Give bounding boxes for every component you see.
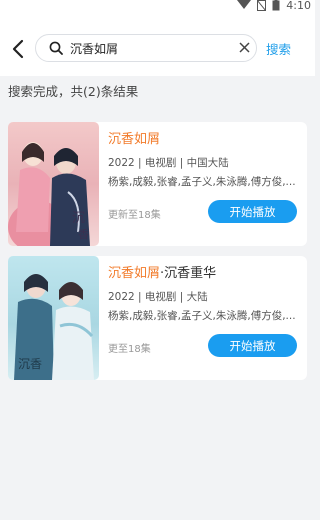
result-summary: 搜索完成，共(2)条结果 bbox=[8, 84, 139, 99]
search-button[interactable]: 搜索 bbox=[266, 39, 291, 58]
status-icons: 4:10 bbox=[237, 0, 311, 12]
poster-title-art: 沉 bbox=[72, 211, 85, 226]
battery-icon bbox=[272, 0, 280, 11]
play-button[interactable]: 开始播放 bbox=[208, 200, 297, 223]
status-time: 4:10 bbox=[286, 0, 311, 12]
clear-icon[interactable] bbox=[239, 42, 250, 53]
search-box[interactable] bbox=[35, 34, 257, 62]
back-button[interactable] bbox=[6, 36, 30, 62]
status-bar: 4:10 bbox=[0, 0, 315, 12]
poster-image[interactable]: 沉香 bbox=[8, 256, 99, 380]
back-arrow-icon bbox=[12, 39, 24, 59]
svg-text:香: 香 bbox=[78, 228, 89, 241]
result-title[interactable]: 沉香如屑·沉香重华 bbox=[108, 262, 216, 281]
search-header: 搜索 bbox=[0, 12, 315, 76]
result-card[interactable]: 沉香 沉香如屑·沉香重华 2022 | 电视剧 | 大陆 杨紫,成毅,张睿,孟子… bbox=[8, 256, 307, 380]
poster-image[interactable]: 沉 香 bbox=[8, 122, 99, 246]
result-meta: 2022 | 电视剧 | 大陆 bbox=[108, 291, 208, 303]
search-input[interactable] bbox=[70, 37, 230, 59]
search-icon bbox=[49, 41, 63, 55]
result-title[interactable]: 沉香如屑 bbox=[108, 128, 160, 147]
title-main: 沉香如屑 bbox=[108, 132, 161, 147]
result-cast: 杨紫,成毅,张睿,孟子义,朱泳腾,傅方俊,... bbox=[108, 310, 296, 322]
no-sim-icon bbox=[257, 0, 267, 11]
result-card[interactable]: 沉 香 沉香如屑 2022 | 电视剧 | 中国大陆 杨紫,成毅,张睿,孟子义,… bbox=[8, 122, 307, 246]
result-meta: 2022 | 电视剧 | 中国大陆 bbox=[108, 157, 229, 169]
signal-icon bbox=[237, 0, 252, 9]
title-suffix: ·沉香重华 bbox=[160, 266, 217, 281]
result-cast: 杨紫,成毅,张睿,孟子义,朱泳腾,傅方俊,... bbox=[108, 176, 296, 188]
episode-status: 更新至18集 bbox=[108, 210, 161, 221]
title-main: 沉香如屑 bbox=[108, 266, 161, 281]
poster-title-art: 沉香 bbox=[18, 357, 42, 371]
episode-status: 更至18集 bbox=[108, 344, 151, 355]
play-button[interactable]: 开始播放 bbox=[208, 334, 297, 357]
